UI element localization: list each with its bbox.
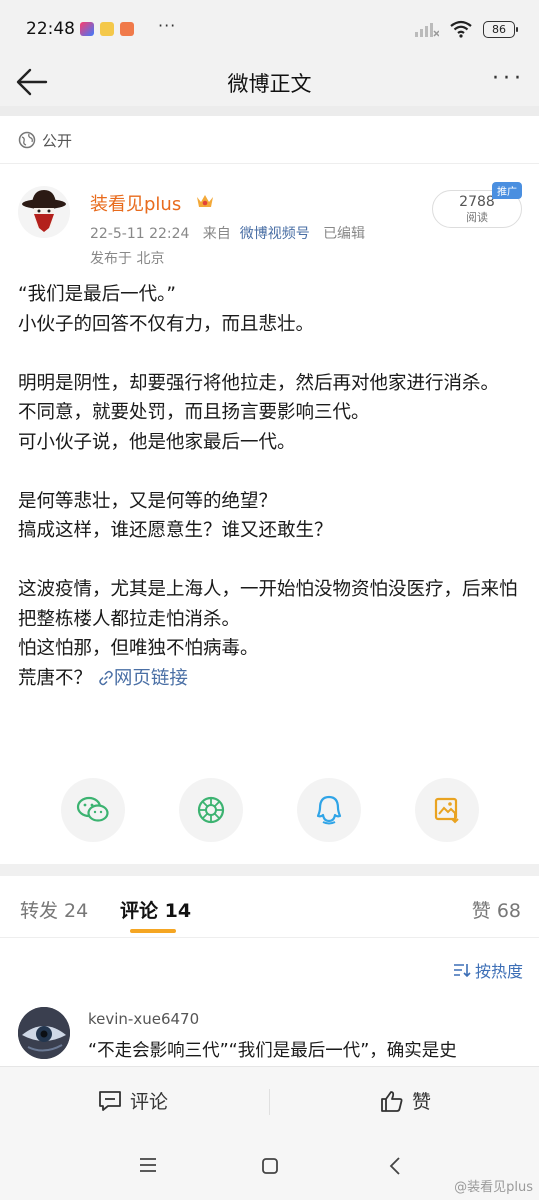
post-line: 明明是阴性，却要强行将他拉走，然后再对他家进行消杀。	[18, 372, 500, 394]
commenter-name[interactable]: kevin-xue6470	[88, 1010, 199, 1028]
author-name[interactable]: 装看见plus	[90, 190, 181, 216]
status-right: 86	[415, 20, 518, 38]
post-line: 是何等悲壮，又是何等的绝望？	[18, 490, 278, 512]
cowboy-avatar-icon	[22, 190, 66, 232]
status-more-icon: ···	[158, 16, 177, 35]
wifi-icon	[450, 20, 472, 38]
post-location: 发布于 北京	[90, 251, 165, 267]
menu-icon[interactable]	[138, 1156, 158, 1174]
sort-toggle[interactable]: 按热度	[453, 958, 523, 982]
post-line: 荒唐不？	[18, 667, 93, 689]
post-last-line: 荒唐不？ 网页链接	[18, 664, 523, 694]
thumbs-up-icon	[381, 1090, 403, 1112]
sort-label: 按热度	[474, 962, 523, 981]
bottom-action-bar: 评论 赞	[0, 1066, 539, 1136]
tab-comments[interactable]: 评论 14	[120, 896, 191, 923]
qq-icon	[316, 795, 342, 825]
signal-icon	[415, 23, 439, 37]
header-divider	[0, 106, 539, 116]
comment-text[interactable]: “不走会影响三代”“我们是最后一代”，确实是史	[88, 1037, 528, 1062]
eye-avatar-icon	[18, 1007, 70, 1059]
page-title: 微博正文	[227, 72, 312, 96]
status-bar: 22:48 ··· 86	[0, 0, 539, 60]
battery-indicator: 86	[483, 20, 518, 38]
visibility-row: 公开	[0, 116, 539, 164]
save-image-button[interactable]	[415, 778, 479, 842]
share-qq-button[interactable]	[297, 778, 361, 842]
post-date: 22-5-11 22:24	[90, 226, 190, 242]
post-line: 搞成这样，谁还愿意生？谁又还敢生？	[18, 520, 333, 541]
commenter-avatar[interactable]	[18, 1007, 70, 1059]
comment-icon	[99, 1090, 121, 1111]
source-prefix: 来自	[202, 226, 231, 242]
read-label: 阅读	[466, 211, 488, 224]
notification-icons	[80, 22, 134, 36]
post-line: 可小伙子说，他是他家最后一代。	[18, 431, 296, 453]
post-source-link[interactable]: 微博视频号	[240, 226, 310, 242]
post-line: 小伙子的回答不仅有力，而且悲壮。	[18, 313, 315, 335]
post-body: “我们是最后一代。” 小伙子的回答不仅有力，而且悲壮。 明明是阴性，却要强行将他…	[18, 280, 523, 693]
post-line: “我们是最后一代。”	[18, 284, 176, 305]
app-notification-icon	[120, 22, 134, 36]
action-divider	[269, 1089, 270, 1115]
link-icon	[99, 670, 113, 685]
promote-tag[interactable]: 推广	[492, 182, 522, 199]
app-notification-icon	[100, 22, 114, 36]
comment-button-label: 评论	[130, 1091, 169, 1113]
visibility-label: 公开	[42, 132, 73, 150]
section-divider	[0, 864, 539, 876]
tab-likes[interactable]: 赞 68	[472, 896, 521, 923]
author-avatar[interactable]	[18, 186, 70, 238]
wechat-icon	[76, 796, 109, 822]
app-notification-icon	[80, 22, 94, 36]
web-link-label: 网页链接	[113, 667, 188, 689]
post-line: 不同意，就要处罚，而且扬言要影响三代。	[18, 402, 370, 423]
like-button[interactable]: 赞	[380, 1087, 431, 1114]
moments-icon	[197, 796, 225, 824]
comment-button[interactable]: 评论	[98, 1087, 168, 1114]
post-line: 这波疫情，尤其是上海人，一开始怕没物资怕没医疗，后来怕把整栋楼人都拉走怕消杀。	[18, 579, 518, 630]
post-meta: 22-5-11 22:24 来自 微博视频号 已编辑	[90, 223, 365, 243]
share-row	[0, 778, 539, 844]
share-wechat-button[interactable]	[61, 778, 125, 842]
battery-level: 86	[492, 22, 506, 36]
home-icon[interactable]	[260, 1156, 280, 1176]
system-back-icon[interactable]	[386, 1156, 404, 1176]
more-options-icon[interactable]: ···	[492, 66, 525, 91]
save-image-icon	[434, 797, 459, 824]
active-tab-indicator	[130, 929, 176, 933]
interaction-tabs: 转发 24 评论 14 赞 68	[0, 876, 539, 938]
crown-badge-icon	[197, 195, 213, 207]
web-link[interactable]: 网页链接	[98, 668, 188, 689]
sort-icon	[453, 964, 471, 978]
status-time: 22:48	[26, 19, 75, 39]
weibo-watermark: @装看见plus	[454, 1180, 533, 1195]
like-button-label: 赞	[412, 1091, 432, 1113]
edited-label: 已编辑	[323, 226, 366, 242]
share-moments-button[interactable]	[179, 778, 243, 842]
tab-reposts[interactable]: 转发 24	[20, 896, 88, 923]
globe-icon	[18, 131, 36, 149]
post-line: 怕这怕那，但唯独不怕病毒。	[18, 638, 259, 659]
nav-bar: 微博正文 ···	[0, 60, 539, 106]
